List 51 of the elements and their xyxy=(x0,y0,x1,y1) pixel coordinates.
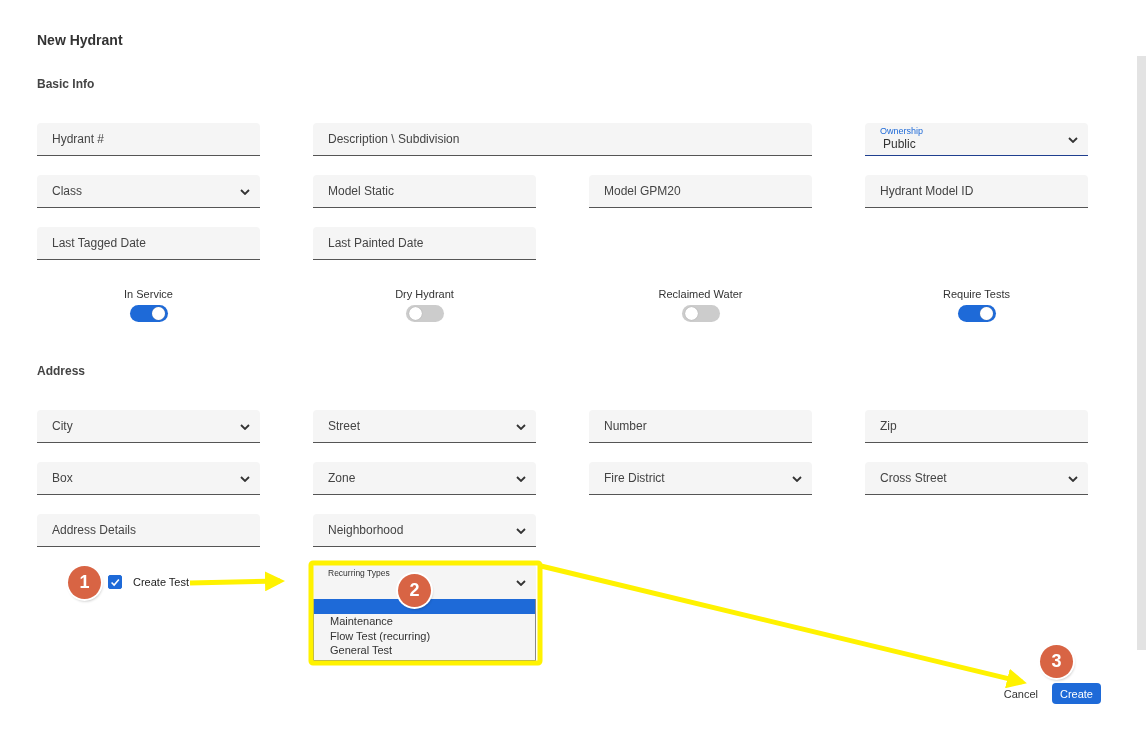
dialog-title: New Hydrant xyxy=(37,32,124,49)
step-marker: 1 xyxy=(68,566,101,599)
select-field[interactable]: Box xyxy=(37,462,260,495)
input-field[interactable]: Model GPM20 xyxy=(589,175,812,208)
chevron-down-icon xyxy=(1068,137,1078,143)
toggle-label: Dry Hydrant xyxy=(395,288,454,301)
input-field[interactable]: Description \ Subdivision xyxy=(313,123,812,156)
step-marker: 2 xyxy=(398,574,431,607)
section-heading: Address xyxy=(37,364,87,379)
toggle-label: Reclaimed Water xyxy=(658,288,743,301)
input-field[interactable]: Hydrant # xyxy=(37,123,260,156)
select-field[interactable]: Neighborhood xyxy=(313,514,536,547)
toggle-switch[interactable] xyxy=(405,305,444,322)
section-heading: Basic Info xyxy=(37,77,96,92)
chevron-down-icon xyxy=(516,476,526,482)
dropdown-option[interactable]: General Test xyxy=(314,643,535,658)
input-field[interactable]: Last Painted Date xyxy=(313,227,536,260)
chevron-down-icon xyxy=(240,424,250,430)
toggle-switch[interactable] xyxy=(129,305,168,322)
select-field[interactable]: Zone xyxy=(313,462,536,495)
input-field[interactable]: Number xyxy=(589,410,812,443)
input-field[interactable]: Model Static xyxy=(313,175,536,208)
cancel-button[interactable]: Cancel xyxy=(1003,687,1038,700)
select-field[interactable]: Cross Street xyxy=(865,462,1088,495)
chevron-down-icon xyxy=(516,528,526,534)
checkbox-label: Create Test xyxy=(133,575,190,588)
toggle-switch[interactable] xyxy=(681,305,720,322)
chevron-down-icon xyxy=(240,189,250,195)
toggle-switch[interactable] xyxy=(957,305,996,322)
checkbox[interactable] xyxy=(108,574,122,589)
scrollbar[interactable] xyxy=(1137,56,1146,650)
input-field[interactable]: Address Details xyxy=(37,514,260,547)
input-field[interactable]: Last Tagged Date xyxy=(37,227,260,260)
toggle-label: In Service xyxy=(124,288,173,301)
input-field[interactable]: Zip xyxy=(865,410,1088,443)
toggle-label: Require Tests xyxy=(942,288,1011,301)
select-field[interactable]: Fire District xyxy=(589,462,812,495)
select-field[interactable]: Street xyxy=(313,410,536,443)
highlighted-option[interactable] xyxy=(314,599,535,614)
chevron-down-icon xyxy=(792,476,802,482)
chevron-down-icon xyxy=(516,424,526,430)
dropdown-option[interactable]: Flow Test (recurring) xyxy=(314,628,535,643)
chevron-down-icon xyxy=(1068,476,1078,482)
step-marker: 3 xyxy=(1040,645,1073,678)
select-field[interactable]: Ownership Public xyxy=(865,123,1088,156)
input-field[interactable]: Hydrant Model ID xyxy=(865,175,1088,208)
select-field[interactable]: Class xyxy=(37,175,260,208)
chevron-down-icon xyxy=(240,476,250,482)
create-button[interactable]: Create xyxy=(1051,683,1101,704)
dropdown-option[interactable]: Maintenance xyxy=(314,614,535,629)
select-field[interactable]: City xyxy=(37,410,260,443)
